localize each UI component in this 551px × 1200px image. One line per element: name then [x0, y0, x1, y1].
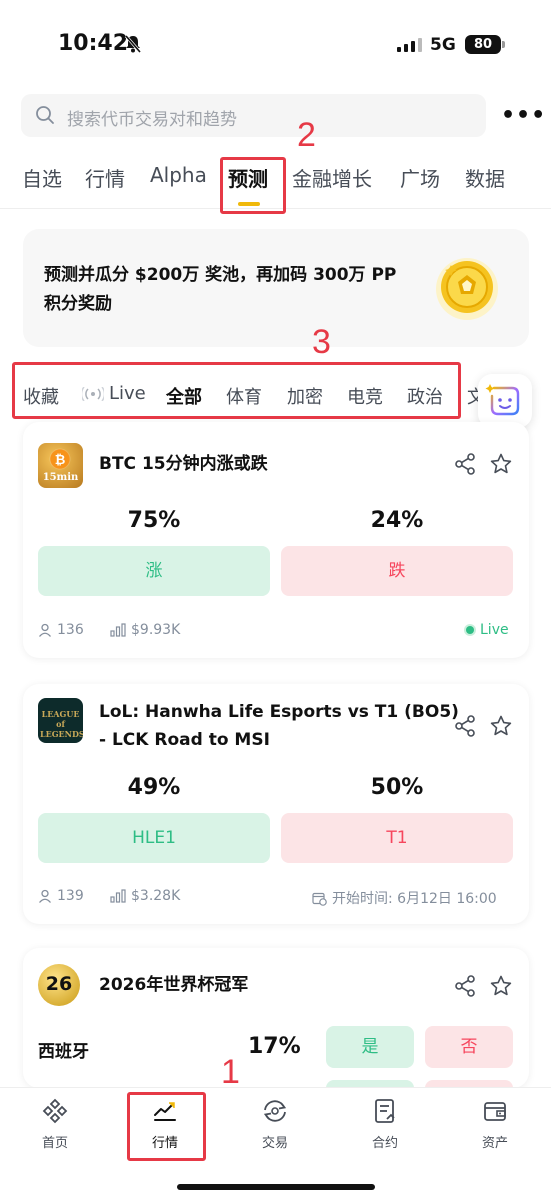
ai-sparkle-icon: [485, 384, 520, 416]
search-bar[interactable]: 搜索代币交易对和趋势: [21, 94, 486, 137]
trade-swap-icon: [263, 1100, 287, 1122]
network-type: 5G: [430, 35, 456, 55]
binance-logo-icon: [42, 1098, 68, 1124]
nav-trade-label: 交易: [261, 1136, 288, 1151]
user-icon: [39, 623, 51, 637]
star-icon[interactable]: [489, 974, 513, 1002]
tab-markets[interactable]: 行情: [85, 163, 125, 192]
world-cup-2026-logo: 26: [38, 964, 80, 1006]
banner-text: 预测并瓜分 $200万 奖池，再加码 300万 PP积分奖励: [44, 265, 397, 314]
calendar-clock-icon: [312, 892, 327, 906]
share-icon[interactable]: [453, 714, 477, 742]
tab-finance-growth[interactable]: 金融增长: [292, 163, 372, 192]
start-time-text: 开始时间: 6月12日 16:00: [332, 891, 497, 907]
tab-data[interactable]: 数据: [465, 163, 505, 192]
team-percentage: 17%: [248, 1034, 301, 1059]
volume-bars-icon: [110, 623, 126, 637]
no-percentage: 24%: [370, 508, 424, 533]
status-bar: 10:42 5G 80: [0, 0, 551, 90]
nav-home-label: 首页: [41, 1136, 68, 1151]
participants: 136: [38, 622, 84, 638]
nav-futures[interactable]: 合约: [345, 1098, 425, 1151]
no-button[interactable]: 否: [425, 1026, 513, 1068]
cell-signal-icon: [397, 36, 422, 52]
card-title-line1: LoL: Hanwha Life Esports vs T1 (BO5): [99, 702, 459, 722]
gold-coin-icon: [431, 251, 503, 327]
annotation-number-2: 2: [297, 116, 316, 154]
search-placeholder: 搜索代币交易对和趋势: [67, 110, 237, 130]
lol-logo-text: LEAGUE of LEGENDS: [40, 709, 83, 739]
tab-square[interactable]: 广场: [400, 163, 440, 192]
nav-assets[interactable]: 资产: [455, 1098, 535, 1151]
start-time: 开始时间: 6月12日 16:00: [312, 888, 497, 908]
battery-tip: [502, 41, 505, 48]
nav-trade[interactable]: 交易: [235, 1098, 315, 1151]
btc-logo-text: 15min: [42, 472, 79, 483]
tab-alpha[interactable]: Alpha: [150, 163, 207, 187]
card-title-line2: - LCK Road to MSI: [99, 730, 270, 750]
annotation-number-1: 1: [221, 1053, 240, 1091]
share-icon[interactable]: [453, 452, 477, 480]
nav-home[interactable]: 首页: [15, 1098, 95, 1151]
more-icon[interactable]: •••: [501, 103, 546, 128]
volume-value: $3.28K: [131, 888, 181, 904]
annotation-number-3: 3: [312, 323, 331, 361]
participant-count: 139: [57, 888, 84, 904]
nav-futures-label: 合约: [371, 1136, 398, 1151]
league-of-legends-logo: LEAGUE of LEGENDS: [38, 698, 83, 743]
participant-count: 136: [57, 622, 84, 638]
promo-banner[interactable]: 预测并瓜分 $200万 奖池，再加码 300万 PP积分奖励: [23, 229, 529, 347]
yes-button[interactable]: 是: [326, 1026, 414, 1068]
team-name: 西班牙: [38, 1042, 89, 1062]
card-title: 2026年世界杯冠军: [99, 975, 249, 995]
yes-percentage: 49%: [127, 775, 181, 800]
svg-text:₿: ₿: [55, 453, 66, 468]
live-status-label: Live: [480, 622, 509, 638]
user-icon: [39, 889, 51, 903]
live-dot-icon: [466, 626, 474, 634]
up-button[interactable]: 涨: [38, 546, 270, 596]
share-icon[interactable]: [453, 974, 477, 1002]
volume-bars-icon: [110, 889, 126, 903]
ai-assistant-button[interactable]: [478, 374, 532, 428]
hle-button[interactable]: HLE1: [38, 813, 270, 863]
volume-value: $9.93K: [131, 622, 181, 638]
prediction-card-worldcup[interactable]: 26 2026年世界杯冠军 西班牙 17% 是 否: [23, 948, 529, 1088]
card-title: BTC 15分钟内涨或跌: [99, 454, 268, 474]
prediction-card-btc[interactable]: ₿ 15min BTC 15分钟内涨或跌 75% 24% 涨 跌 136 $9.…: [23, 422, 529, 658]
wc-logo-text: 26: [45, 973, 73, 995]
home-indicator: [177, 1184, 375, 1190]
btc-15min-logo: ₿ 15min: [38, 443, 83, 488]
annotation-box-2: [220, 157, 286, 214]
search-icon: [35, 105, 55, 129]
nav-assets-label: 资产: [481, 1136, 508, 1151]
annotation-box-3: [12, 362, 461, 419]
contract-document-icon: [375, 1099, 395, 1123]
status-time: 10:42: [58, 31, 129, 56]
prediction-card-lol[interactable]: LEAGUE of LEGENDS LoL: Hanwha Life Espor…: [23, 684, 529, 924]
live-status: Live: [466, 622, 509, 638]
star-icon[interactable]: [489, 714, 513, 742]
star-icon[interactable]: [489, 452, 513, 480]
participants: 139: [38, 888, 84, 904]
no-percentage: 50%: [370, 775, 424, 800]
down-button[interactable]: 跌: [281, 546, 513, 596]
volume: $3.28K: [110, 888, 180, 904]
wallet-icon: [484, 1102, 506, 1121]
tab-watchlist[interactable]: 自选: [22, 163, 62, 192]
battery-icon: 80: [465, 35, 501, 54]
yes-percentage: 75%: [127, 508, 181, 533]
volume: $9.93K: [110, 622, 180, 638]
t1-button[interactable]: T1: [281, 813, 513, 863]
annotation-box-1: [127, 1092, 206, 1161]
muted-bell-icon: [124, 34, 142, 58]
